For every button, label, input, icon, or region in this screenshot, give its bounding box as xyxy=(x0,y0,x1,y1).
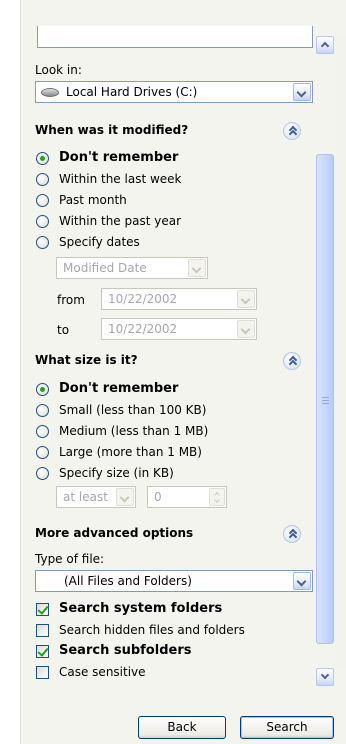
case-sensitive-checkbox[interactable] xyxy=(36,666,49,679)
checkbox-label: Search subfolders xyxy=(59,643,192,658)
search-options-pane: Look in: Local Hard Drives (C:) When was… xyxy=(20,0,346,744)
date-type-dropdown[interactable]: Modified Date xyxy=(56,257,208,279)
chevron-down-icon[interactable] xyxy=(116,488,134,506)
collapse-advanced-icon[interactable] xyxy=(283,525,301,543)
size-option-label: Don't remember xyxy=(59,381,179,396)
grip-line xyxy=(322,400,329,401)
back-button[interactable]: Back xyxy=(138,716,226,739)
size-medium-radio[interactable] xyxy=(36,425,49,438)
checkbox-label: Search system folders xyxy=(59,601,223,616)
collapse-size-icon[interactable] xyxy=(283,352,301,370)
date-type-value: Modified Date xyxy=(63,261,147,275)
size-qualifier-value: at least xyxy=(63,490,108,504)
file-type-value: (All Files and Folders) xyxy=(64,574,192,588)
modified-option-label: Specify dates xyxy=(59,235,140,249)
size-amount-value: 0 xyxy=(154,490,162,504)
modified-option-label: Within the past year xyxy=(59,214,182,228)
search-text-field[interactable] xyxy=(37,26,313,48)
scrollbar-thumb[interactable] xyxy=(316,154,334,644)
size-option-label: Specify size (in KB) xyxy=(59,466,174,480)
to-date-value: 10/22/2002 xyxy=(108,322,178,336)
from-label: from xyxy=(57,293,85,307)
spinner-arrows-icon[interactable] xyxy=(209,488,225,506)
type-of-file-label: Type of file: xyxy=(35,552,105,566)
size-large-radio[interactable] xyxy=(36,446,49,459)
modified-past-year-radio[interactable] xyxy=(36,215,49,228)
look-in-dropdown[interactable]: Local Hard Drives (C:) xyxy=(35,81,313,103)
chevron-down-icon[interactable] xyxy=(293,83,311,101)
size-qualifier-dropdown[interactable]: at least xyxy=(56,486,136,508)
search-system-folders-checkbox[interactable] xyxy=(36,603,49,616)
size-dont-remember-radio[interactable] xyxy=(36,383,49,396)
modified-option-label: Within the last week xyxy=(59,172,182,186)
size-option-label: Medium (less than 1 MB) xyxy=(59,424,209,438)
modified-last-week-radio[interactable] xyxy=(36,173,49,186)
size-option-label: Small (less than 100 KB) xyxy=(59,403,207,417)
size-small-radio[interactable] xyxy=(36,404,49,417)
grip-line xyxy=(322,397,329,398)
from-date-value: 10/22/2002 xyxy=(108,292,178,306)
from-date-picker[interactable]: 10/22/2002 xyxy=(101,288,257,310)
checkbox-label: Search hidden files and folders xyxy=(59,623,245,637)
chevron-down-icon[interactable] xyxy=(293,572,311,590)
scroll-down-icon[interactable] xyxy=(316,668,334,686)
search-hidden-files-checkbox[interactable] xyxy=(36,624,49,637)
grip-line xyxy=(322,403,329,404)
modified-section-header: When was it modified? xyxy=(35,123,189,137)
to-date-picker[interactable]: 10/22/2002 xyxy=(101,318,257,340)
checkbox-label: Case sensitive xyxy=(59,665,146,679)
size-option-label: Large (more than 1 MB) xyxy=(59,445,202,459)
file-type-dropdown[interactable]: (All Files and Folders) xyxy=(35,570,313,592)
search-subfolders-checkbox[interactable] xyxy=(36,645,49,658)
collapse-modified-icon[interactable] xyxy=(283,122,301,140)
modified-option-label: Past month xyxy=(59,193,127,207)
size-specify-radio[interactable] xyxy=(36,467,49,480)
modified-specify-dates-radio[interactable] xyxy=(36,236,49,249)
to-label: to xyxy=(57,323,70,337)
modified-past-month-radio[interactable] xyxy=(36,194,49,207)
chevron-down-icon[interactable] xyxy=(188,259,206,277)
scroll-up-icon[interactable] xyxy=(316,36,334,54)
chevron-down-icon[interactable] xyxy=(237,320,255,338)
scrollbar-track[interactable] xyxy=(335,34,346,666)
look-in-label: Look in: xyxy=(35,63,82,77)
size-amount-spinner[interactable]: 0 xyxy=(147,486,227,508)
modified-option-label: Don't remember xyxy=(59,150,179,165)
modified-dont-remember-radio[interactable] xyxy=(36,152,49,165)
hard-drive-icon xyxy=(41,88,59,97)
search-button[interactable]: Search xyxy=(240,716,334,739)
chevron-down-icon[interactable] xyxy=(237,290,255,308)
size-section-header: What size is it? xyxy=(35,353,138,367)
look-in-value: Local Hard Drives (C:) xyxy=(66,85,198,99)
advanced-section-header: More advanced options xyxy=(35,526,194,540)
